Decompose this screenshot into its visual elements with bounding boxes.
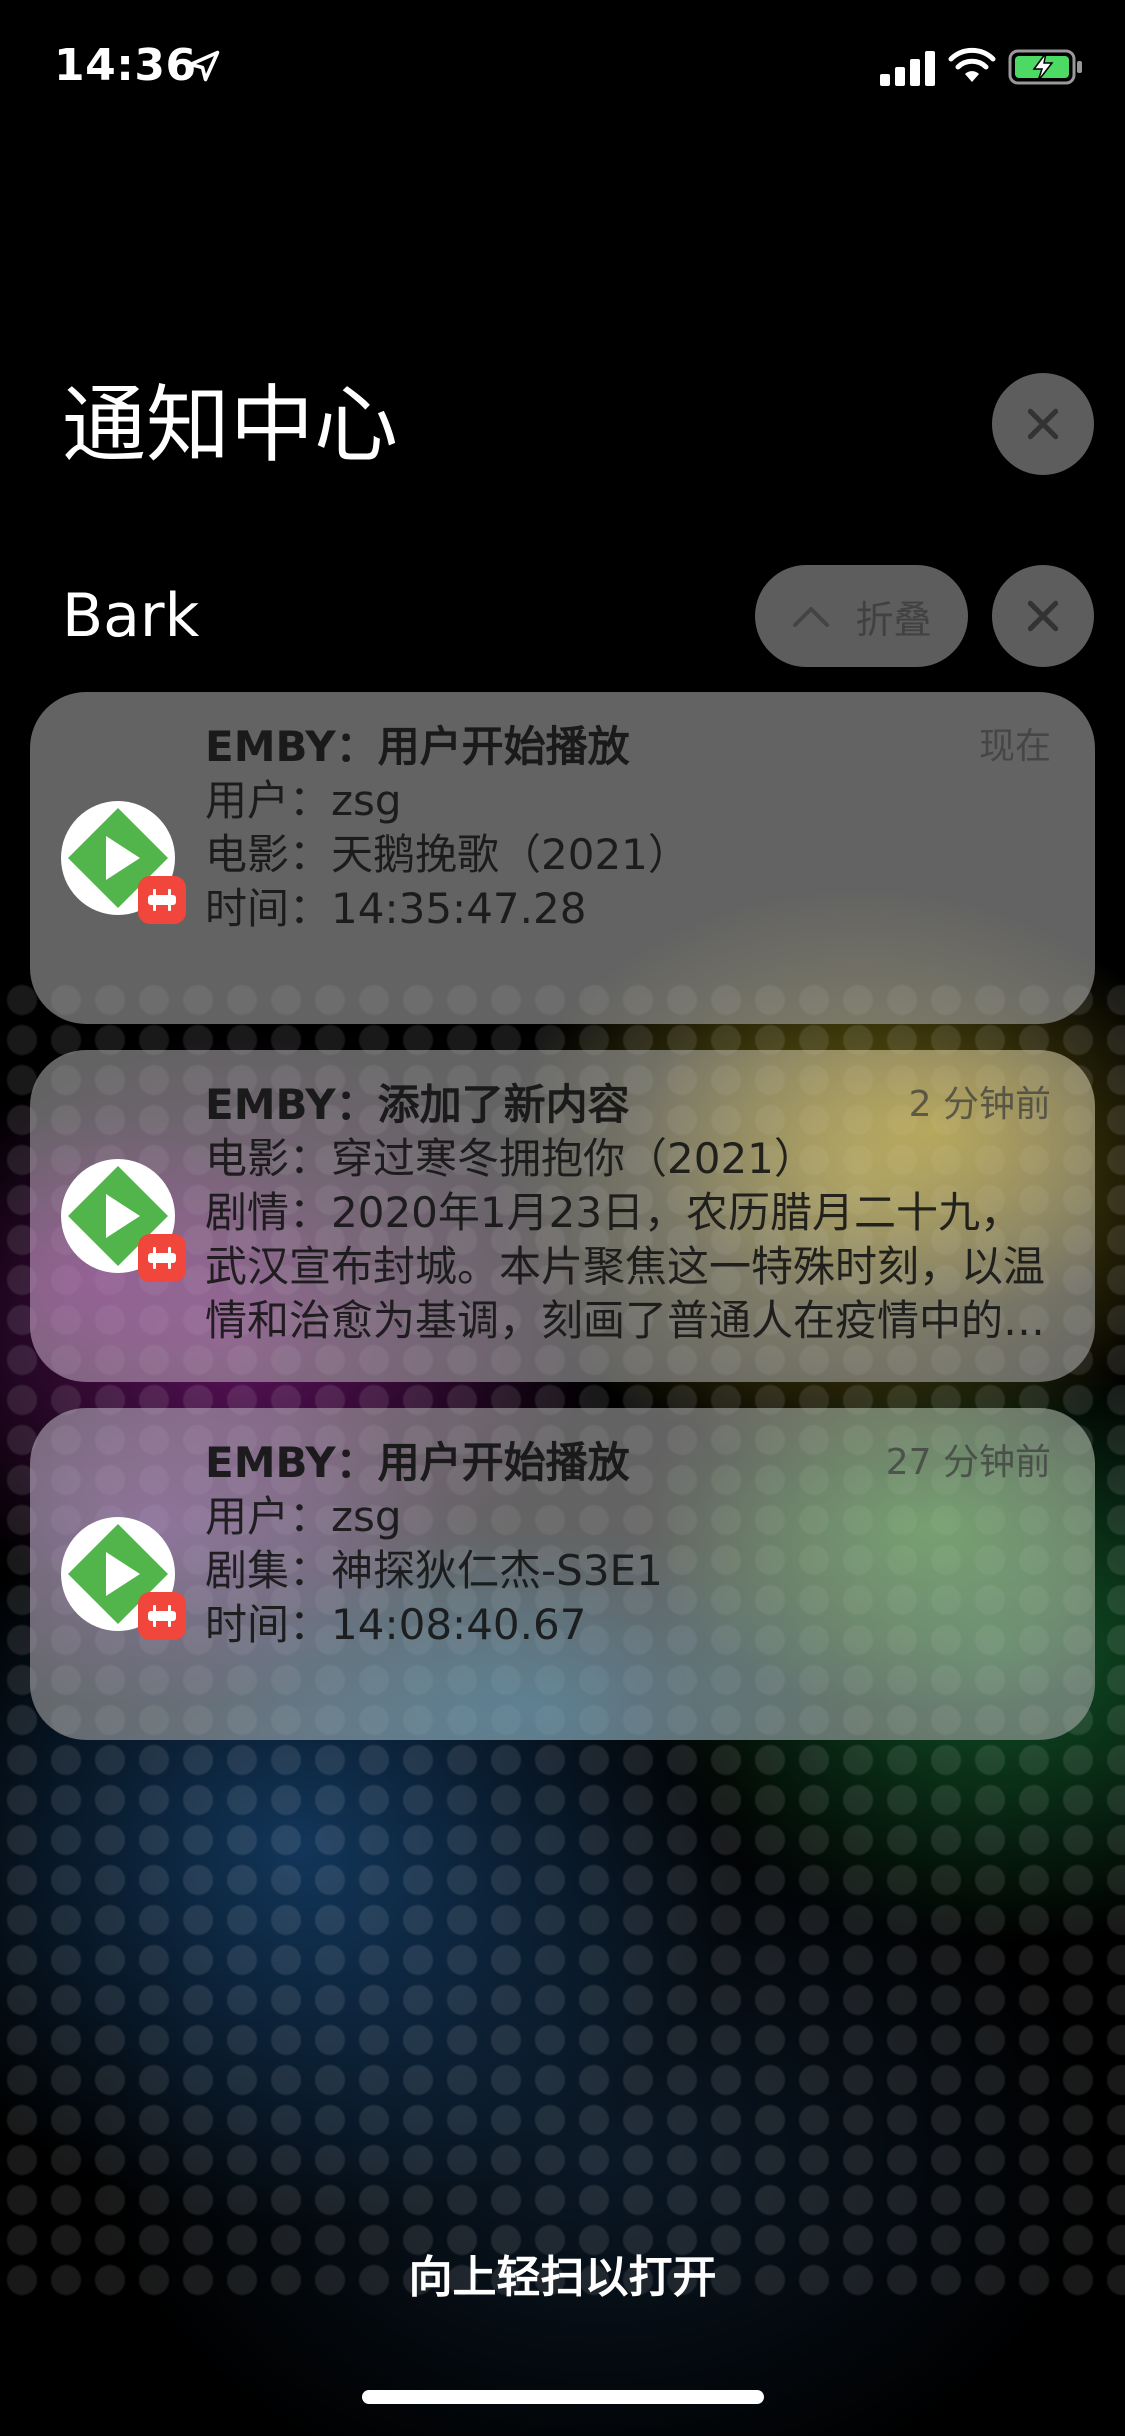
battery-charging-icon — [1008, 49, 1082, 85]
notification-card[interactable]: EMBY：用户开始播放 现在 用户：zsg 电影：天鹅挽歌（2021） 时间：1… — [30, 692, 1095, 1024]
bark-badge-icon — [138, 1234, 186, 1282]
swipe-up-hint: 向上轻扫以打开 — [408, 2252, 717, 2303]
notification-description: 剧情：2020年1月23日，农历腊月二十九，武汉宣布封城。本片聚焦这一特殊时刻，… — [205, 1188, 1046, 1345]
clear-group-button[interactable] — [992, 565, 1094, 667]
clear-all-button[interactable] — [992, 373, 1094, 475]
notification-line: 时间：14:08:40.67 — [205, 1600, 587, 1649]
notification-body: 电影：穿过寒冬拥抱你（2021） 剧情：2020年1月23日，农历腊月二十九，武… — [205, 1132, 1055, 1348]
wifi-icon — [948, 47, 996, 82]
app-group-title: Bark — [62, 581, 200, 651]
notification-title: EMBY：用户开始播放 — [205, 722, 630, 771]
status-bar: 14:36 — [0, 0, 1125, 130]
close-icon — [1027, 408, 1059, 440]
close-icon — [1027, 600, 1059, 632]
notification-line: 电影：天鹅挽歌（2021） — [205, 830, 690, 879]
home-indicator[interactable] — [362, 2390, 764, 2404]
bark-badge-icon — [138, 1592, 186, 1640]
location-arrow-icon — [188, 50, 220, 82]
notification-body: 用户：zsg 电影：天鹅挽歌（2021） 时间：14:35:47.28 — [205, 774, 1055, 936]
notification-line: 时间：14:35:47.28 — [205, 884, 587, 933]
notification-time: 现在 — [978, 726, 1051, 767]
collapse-group-button[interactable]: 折叠 — [755, 565, 968, 667]
notification-center-title: 通知中心 — [62, 376, 399, 474]
bark-badge-icon — [138, 876, 186, 924]
notification-body: 用户：zsg 剧集：神探狄仁杰-S3E1 时间：14:08:40.67 — [205, 1490, 1055, 1652]
notification-line: 用户：zsg — [205, 776, 402, 825]
notification-line: 用户：zsg — [205, 1492, 402, 1541]
notification-card[interactable]: EMBY：用户开始播放 27 分钟前 用户：zsg 剧集：神探狄仁杰-S3E1 … — [30, 1408, 1095, 1740]
notification-time: 2 分钟前 — [908, 1084, 1051, 1125]
cellular-signal-icon — [880, 51, 935, 86]
notification-line: 电影：穿过寒冬拥抱你（2021） — [205, 1134, 816, 1183]
notification-card[interactable]: EMBY：添加了新内容 2 分钟前 电影：穿过寒冬拥抱你（2021） 剧情：20… — [30, 1050, 1095, 1382]
chevron-up-icon — [793, 607, 830, 627]
notification-line: 剧集：神探狄仁杰-S3E1 — [205, 1546, 663, 1595]
lock-screen: 14:36 通知中心 Bark 折叠 EMBY：用户开始播放 现在 用户：zsg… — [0, 0, 1125, 2436]
collapse-label: 折叠 — [855, 597, 932, 642]
notification-title: EMBY：用户开始播放 — [205, 1438, 630, 1487]
notification-title: EMBY：添加了新内容 — [205, 1080, 630, 1129]
notification-time: 27 分钟前 — [885, 1442, 1051, 1483]
status-time: 14:36 — [54, 40, 197, 91]
